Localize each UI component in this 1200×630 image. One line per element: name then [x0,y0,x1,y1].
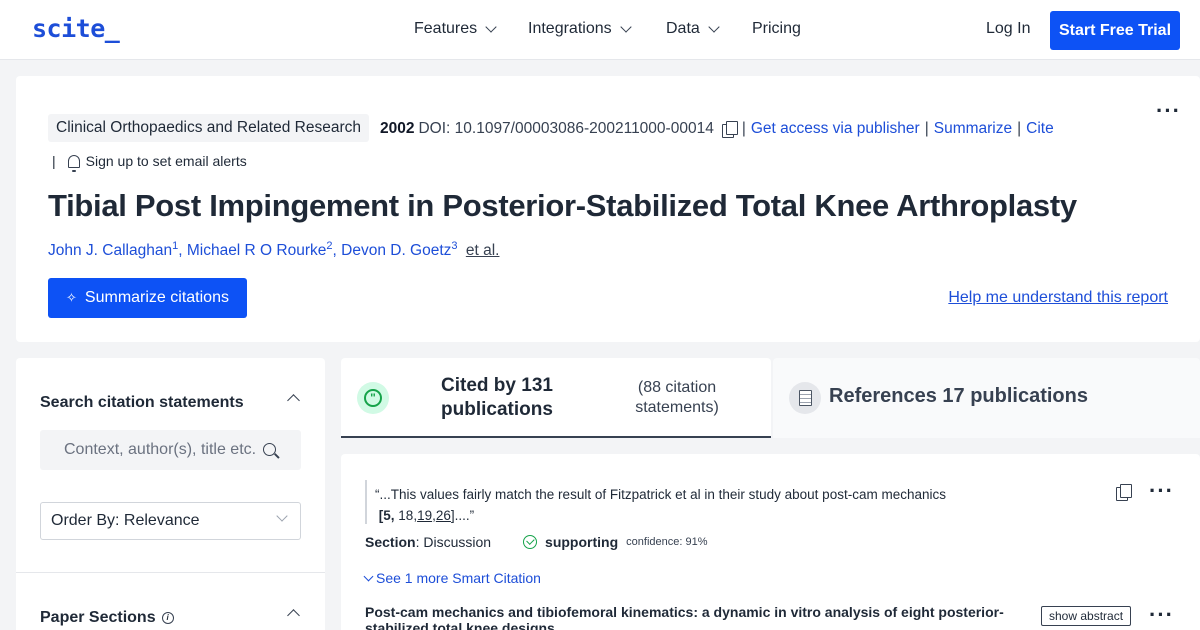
chevron-down-icon [276,510,288,522]
divider [16,572,325,573]
section-label: Section [365,534,416,550]
citation-card: “...This values fairly match the result … [341,454,1200,630]
chevron-down-icon [708,20,720,33]
citation-tabs: " Cited by 131 publications (88 citation… [341,358,1200,438]
see-more-label: See 1 more Smart Citation [376,570,541,586]
references-count: References 17 publications [829,385,1088,407]
search-icon[interactable] [263,443,276,456]
sparkle-icon: ✧ [66,290,77,305]
collapse-icon[interactable] [287,394,300,407]
et-al-link[interactable]: et al. [466,242,500,259]
chevron-down-icon [363,571,374,581]
alerts-label: Sign up to set email alerts [85,153,247,169]
info-icon[interactable]: i [161,612,174,624]
nav-data-label: Data [666,20,700,37]
collapse-icon[interactable] [287,609,300,622]
see-more-link[interactable]: See 1 more Smart Citation [363,570,541,586]
citation-quote: “...This values fairly match the result … [375,487,946,523]
author-link[interactable]: Devon D. Goetz3 [341,240,457,259]
nav-features[interactable]: Features [414,20,497,38]
paper-header: Clinical Orthopaedics and Related Resear… [16,76,1200,342]
ref-link[interactable]: 19 [417,508,432,523]
more-options-icon[interactable]: ··· [1156,100,1181,122]
more-options-icon[interactable]: ··· [1149,480,1174,502]
nav-features-label: Features [414,20,478,37]
nav-data[interactable]: Data [666,20,720,38]
access-link[interactable]: Get access via publisher [751,120,920,138]
ref-link[interactable]: 26 [436,508,451,523]
chevron-down-icon [485,20,497,33]
nav-integrations-label: Integrations [528,20,612,37]
citing-paper-title[interactable]: Post-cam mechanics and tibiofemoral kine… [365,604,1005,630]
sections-heading: Paper Sections i [40,609,174,627]
order-value: Order By: Relevance [51,512,200,529]
help-link[interactable]: Help me understand this report [948,289,1168,307]
author-link[interactable]: Michael R O Rourke2 [187,240,333,259]
sections-heading-label: Paper Sections [40,609,156,626]
cite-link[interactable]: Cite [1026,120,1054,138]
quote-icon: " [357,382,389,414]
citation-meta: Section: Discussion supporting confidenc… [365,534,708,550]
nav-pricing-label: Pricing [752,20,801,37]
ref-bold[interactable]: [5, [379,508,395,523]
summarize-link[interactable]: Summarize [934,120,1012,138]
summarize-citations-button[interactable]: ✧ Summarize citations [48,278,247,318]
journal-badge[interactable]: Clinical Orthopaedics and Related Resear… [48,114,369,142]
email-alerts[interactable]: | Sign up to set email alerts [52,153,247,172]
page-title: Tibial Post Impingement in Posterior-Sta… [48,188,1077,223]
more-options-icon[interactable]: ··· [1149,604,1174,626]
tab-cited-by[interactable]: " Cited by 131 publications (88 citation… [341,358,771,438]
show-abstract-button[interactable]: show abstract [1041,606,1132,626]
quote-text: “...This values fairly match the result … [375,487,946,502]
chevron-down-icon [619,20,632,33]
copy-icon[interactable] [1116,484,1132,501]
quote-bar [365,480,367,524]
section-value: : Discussion [415,534,492,550]
author-list: John J. Callaghan1, Michael R O Rourke2,… [48,240,500,260]
confidence-text: confidence: 91% [626,536,708,548]
scite-logo[interactable]: scite_ [32,14,120,43]
search-heading: Search citation statements [40,394,244,411]
start-trial-button[interactable]: Start Free Trial [1050,11,1180,50]
author-link[interactable]: John J. Callaghan1 [48,240,178,259]
search-input[interactable] [40,430,301,470]
citation-statements-count: (88 citation statements) [635,379,719,416]
citation-filters: Search citation statements Order By: Rel… [16,358,325,630]
ref-link[interactable]: 18, [398,508,417,523]
supporting-badge: supporting [545,534,619,550]
top-nav: scite_ Features Integrations Data Pricin… [0,0,1200,60]
bell-icon [67,154,80,172]
nav-pricing[interactable]: Pricing [752,20,801,38]
doi-text: DOI: 10.1097/00003086-200211000-00014 [418,120,714,137]
order-select[interactable]: Order By: Relevance [40,502,301,540]
publication-year: 2002 [380,120,415,137]
nav-integrations[interactable]: Integrations [528,20,632,38]
copy-icon[interactable] [721,121,738,138]
paper-meta: 2002 DOI: 10.1097/00003086-200211000-000… [380,120,1054,138]
summarize-citations-label: Summarize citations [84,289,229,306]
check-circle-icon [523,535,538,549]
document-icon [789,382,821,414]
cited-by-count: Cited by 131 publications [441,375,553,420]
tab-references[interactable]: References 17 publications [773,358,1200,438]
login-link[interactable]: Log In [986,20,1030,38]
